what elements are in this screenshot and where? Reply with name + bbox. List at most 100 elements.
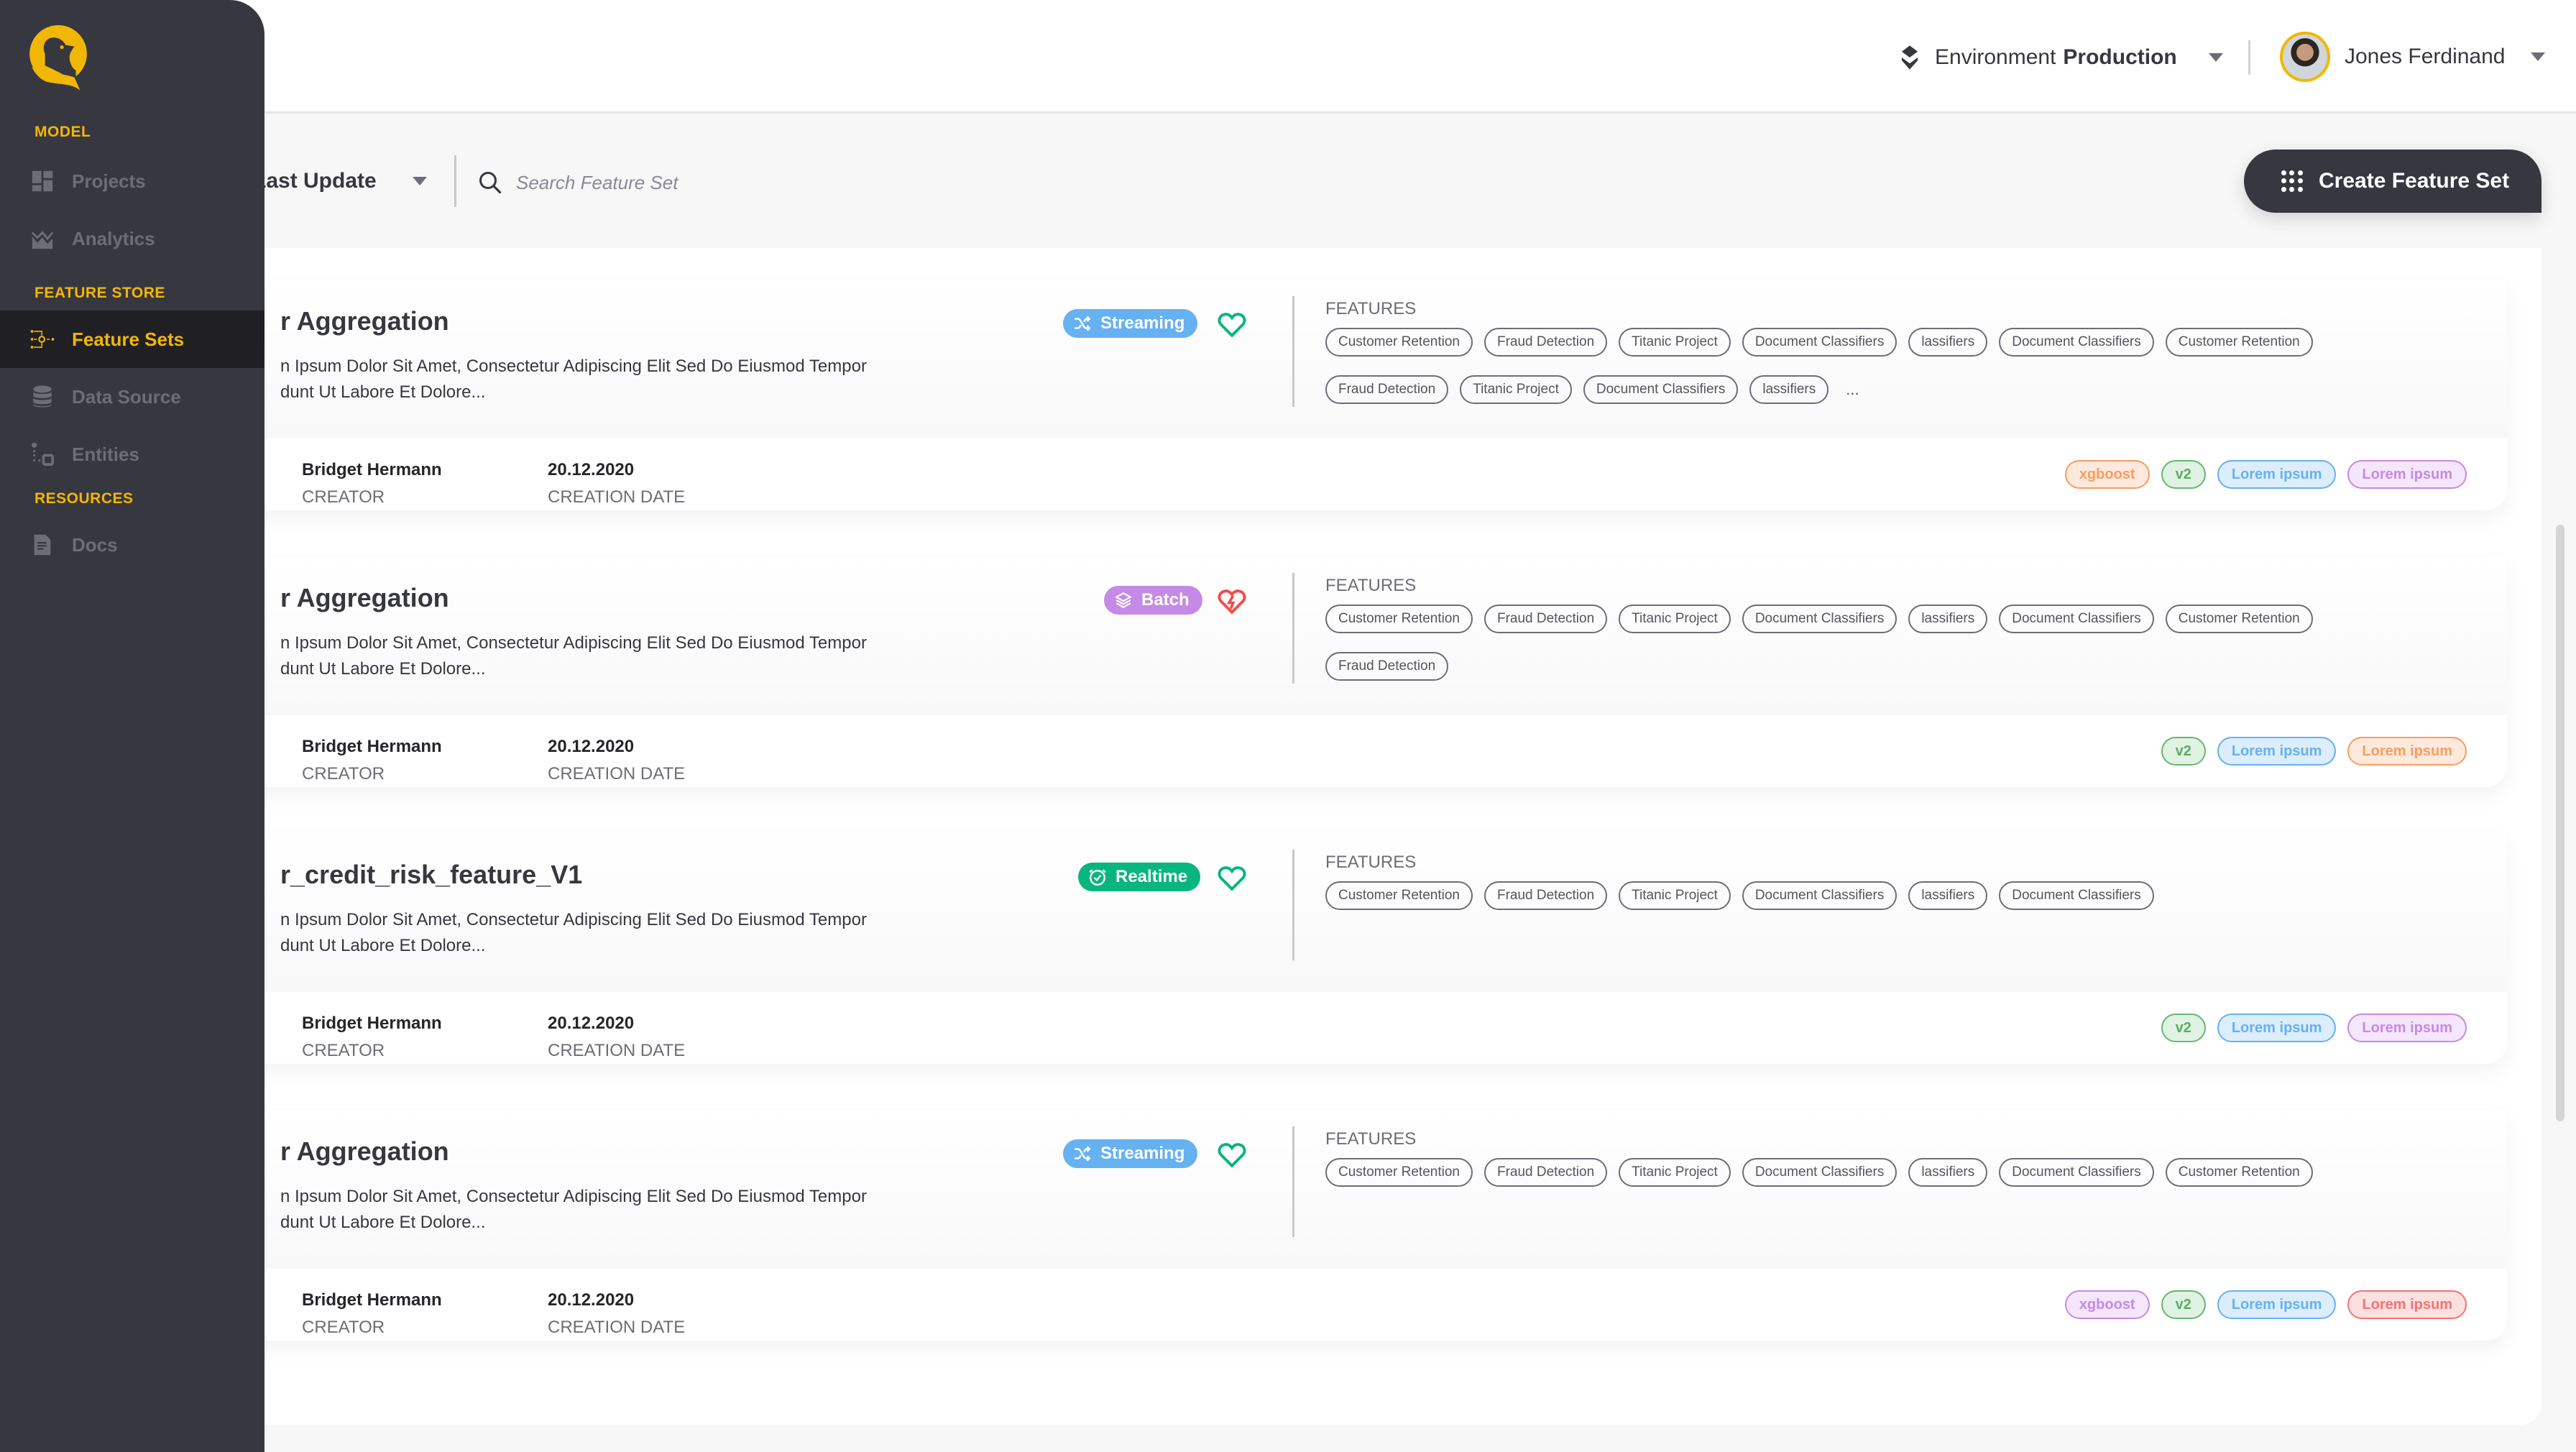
create-feature-set-button[interactable]: Create Feature Set (2244, 150, 2542, 213)
feature-chip[interactable]: Document Classifiers (1999, 881, 2154, 910)
card-title[interactable]: r Aggregation (280, 583, 449, 613)
analytics-icon (31, 228, 54, 249)
feature-set-card[interactable]: r_credit_risk_feature_V1 n Ipsum Dolor S… (223, 834, 2507, 1064)
sidebar-item-label: Projects (72, 170, 146, 192)
description-line: dunt Ut Labore Et Dolore... (280, 1213, 486, 1232)
tag-badge: xgboost (2064, 1290, 2150, 1319)
environment-selector[interactable]: Environment Production (1898, 42, 2223, 73)
feature-chip[interactable]: Fraud Detection (1484, 328, 1608, 357)
tag-badge: v2 (2161, 737, 2206, 766)
tag-badge: xgboost (2064, 460, 2150, 489)
tag-badge: Lorem ipsum (2217, 737, 2337, 766)
feature-chip[interactable]: lassifiers (1908, 1158, 1988, 1187)
feature-chip[interactable]: Customer Retention (2165, 605, 2313, 633)
feature-chip[interactable]: Titanic Project (1619, 328, 1731, 357)
creator-label: CREATOR (302, 1318, 385, 1337)
card-footer: URES Bridget Hermann CREATOR 20.12.2020 … (223, 992, 2507, 1064)
user-menu[interactable]: Jones Ferdinand (2280, 32, 2546, 82)
sidebar-item-projects[interactable]: Projects (0, 152, 264, 210)
heart-icon[interactable] (1218, 865, 1246, 891)
feature-chip[interactable]: Titanic Project (1460, 375, 1572, 404)
feature-chip[interactable]: Fraud Detection (1484, 605, 1608, 633)
projects-icon (32, 170, 53, 192)
card-title[interactable]: r Aggregation (280, 306, 449, 336)
card-description: n Ipsum Dolor Sit Amet, Consectetur Adip… (280, 354, 927, 405)
sidebar-item-entities[interactable]: Entities (0, 426, 264, 483)
layers-icon (1115, 592, 1132, 608)
document-icon (34, 534, 51, 556)
feature-set-list: r Aggregation n Ipsum Dolor Sit Amet, Co… (180, 248, 2542, 1425)
description-line: n Ipsum Dolor Sit Amet, Consectetur Adip… (280, 633, 867, 653)
creator-name: Bridget Hermann (302, 737, 442, 756)
tag-badge: Lorem ipsum (2217, 1290, 2337, 1319)
feature-chip[interactable]: lassifiers (1908, 328, 1988, 357)
feature-chip[interactable]: Customer Retention (1325, 881, 1473, 910)
search-input[interactable] (516, 171, 875, 194)
sidebar-item-analytics[interactable]: Analytics (0, 210, 264, 267)
scrollbar[interactable] (2556, 525, 2564, 1121)
sidebar-item-label: Docs (72, 533, 118, 556)
feature-chip[interactable]: Document Classifiers (1583, 375, 1739, 404)
feature-chip[interactable]: Titanic Project (1619, 1158, 1731, 1187)
feature-chip[interactable]: Titanic Project (1619, 881, 1731, 910)
tag-badge: Lorem ipsum (2347, 1290, 2467, 1319)
description-line: dunt Ut Labore Et Dolore... (280, 659, 486, 679)
creator-name: Bridget Hermann (302, 1014, 442, 1033)
features-label: FEATURES (1325, 1129, 1417, 1149)
feature-chip[interactable]: Fraud Detection (1484, 1158, 1608, 1187)
feature-chip[interactable]: lassifiers (1908, 881, 1988, 910)
feature-chip[interactable]: Customer Retention (2165, 328, 2313, 357)
description-line: n Ipsum Dolor Sit Amet, Consectetur Adip… (280, 1187, 867, 1206)
creation-date-value: 20.12.2020 (548, 1014, 635, 1033)
feature-set-card[interactable]: r Aggregation n Ipsum Dolor Sit Amet, Co… (223, 280, 2507, 510)
tags: v2 Lorem ipsum Lorem ipsum (2161, 1014, 2467, 1042)
sidebar-section-feature-store: FEATURE STORE (34, 285, 165, 301)
feature-chip[interactable]: Customer Retention (1325, 605, 1473, 633)
header-divider (2248, 40, 2250, 75)
broken-heart-icon[interactable] (1218, 589, 1246, 615)
sidebar-item-feature-sets[interactable]: Feature Sets (0, 311, 264, 368)
description-line: n Ipsum Dolor Sit Amet, Consectetur Adip… (280, 357, 867, 376)
creation-date-value: 20.12.2020 (548, 1290, 635, 1310)
feature-chip[interactable]: Customer Retention (1325, 328, 1473, 357)
feature-chip[interactable]: Document Classifiers (1742, 1158, 1898, 1187)
tags: xgboost v2 Lorem ipsum Lorem ipsum (2064, 460, 2467, 489)
search-box[interactable] (477, 167, 875, 198)
sidebar-item-docs[interactable]: Docs (0, 516, 264, 574)
feature-chip[interactable]: Document Classifiers (1999, 328, 2154, 357)
type-badge-streaming: Streaming (1063, 309, 1198, 338)
feature-chip[interactable]: Document Classifiers (1742, 328, 1898, 357)
sidebar-item-data-source[interactable]: Data Source (0, 368, 264, 426)
creation-date-value: 20.12.2020 (548, 460, 635, 479)
sidebar-item-label: Feature Sets (72, 328, 185, 350)
feature-set-card[interactable]: r Aggregation n Ipsum Dolor Sit Amet, Co… (223, 1111, 2507, 1341)
entities-icon (32, 442, 54, 466)
sort-label: Last Update (253, 169, 377, 193)
sort-dropdown[interactable]: Last Update (253, 165, 427, 197)
feature-chip[interactable]: Document Classifiers (1742, 881, 1898, 910)
feature-set-card[interactable]: r Aggregation n Ipsum Dolor Sit Amet, Co… (223, 557, 2507, 787)
feature-chip[interactable]: Document Classifiers (1999, 605, 2154, 633)
creator: Bridget Hermann CREATOR (302, 737, 442, 784)
feature-chip[interactable]: Fraud Detection (1484, 881, 1608, 910)
heart-icon[interactable] (1218, 1142, 1246, 1168)
sidebar-section-resources: RESOURCES (34, 490, 134, 507)
feature-chip[interactable]: Titanic Project (1619, 605, 1731, 633)
feature-chip[interactable]: Fraud Detection (1325, 375, 1449, 404)
sidebar-section-model: MODEL (34, 124, 91, 140)
feature-chip[interactable]: Document Classifiers (1742, 605, 1898, 633)
creator: Bridget Hermann CREATOR (302, 1290, 442, 1338)
create-feature-set-label: Create Feature Set (2319, 169, 2510, 193)
feature-chip[interactable]: lassifiers (1749, 375, 1829, 404)
more-features[interactable]: ... (1846, 380, 1859, 399)
feature-chip[interactable]: lassifiers (1908, 605, 1988, 633)
tag-badge: Lorem ipsum (2347, 460, 2467, 489)
card-title[interactable]: r Aggregation (280, 1136, 449, 1167)
heart-icon[interactable] (1218, 312, 1246, 338)
feature-chip[interactable]: Customer Retention (1325, 1158, 1473, 1187)
feature-chip[interactable]: Customer Retention (2165, 1158, 2313, 1187)
card-title[interactable]: r_credit_risk_feature_V1 (280, 860, 582, 890)
feature-chip[interactable]: Fraud Detection (1325, 652, 1449, 681)
creator: Bridget Hermann CREATOR (302, 460, 442, 507)
feature-chip[interactable]: Document Classifiers (1999, 1158, 2154, 1187)
